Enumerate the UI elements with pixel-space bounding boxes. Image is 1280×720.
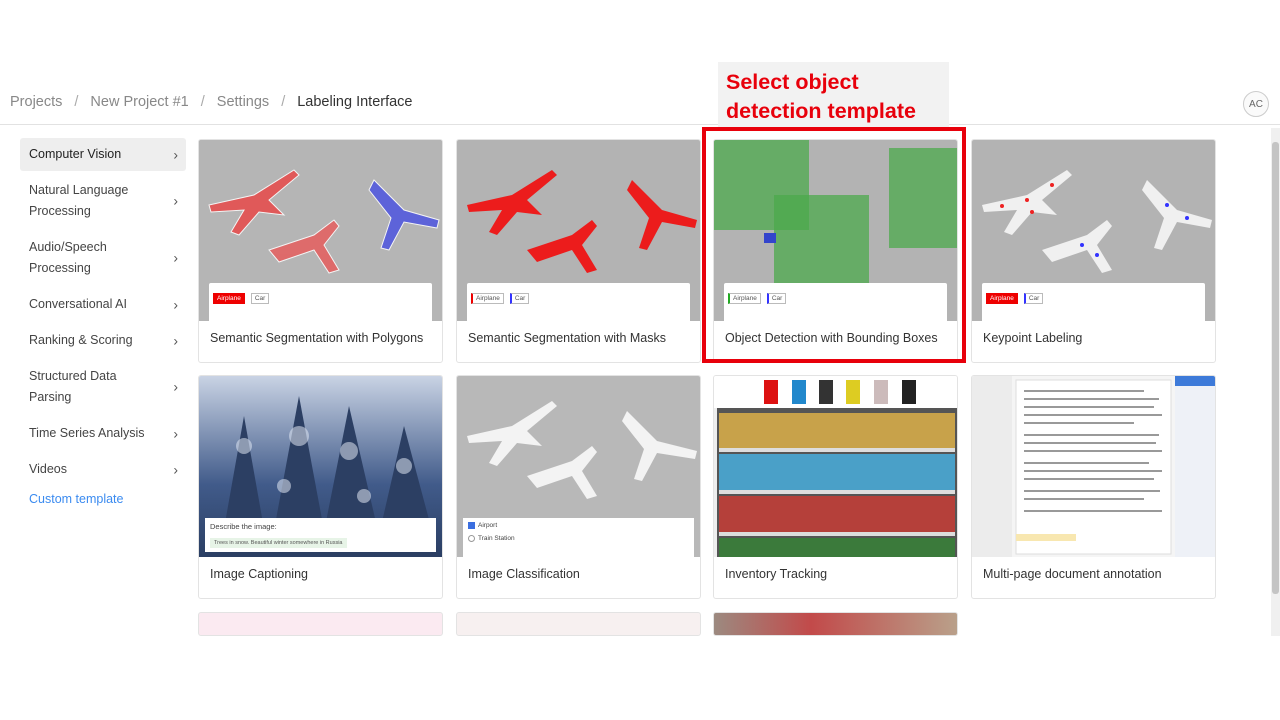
top-bar: Projects / New Project #1 / Settings / L…	[0, 80, 1280, 125]
breadcrumb-projects[interactable]: Projects	[10, 94, 62, 110]
sidebar-item-label: Conversational AI	[29, 297, 127, 311]
template-thumbnail	[714, 376, 957, 557]
template-card-partial[interactable]	[456, 612, 701, 636]
tag-car: Car	[509, 293, 530, 304]
custom-template-link[interactable]: Custom template	[29, 492, 123, 506]
chevron-right-icon: ›	[173, 296, 178, 312]
chevron-right-icon: ›	[173, 192, 178, 209]
tag-car: Car	[250, 293, 270, 304]
chevron-right-icon: ›	[173, 332, 178, 348]
tag-airplane: Airplane	[213, 293, 245, 304]
template-thumbnail: Airport Train Station	[457, 376, 700, 557]
tag-car: Car	[766, 293, 787, 304]
template-title: Semantic Segmentation with Polygons	[210, 331, 424, 345]
sidebar-item-computer-vision[interactable]: Computer Vision ›	[20, 138, 186, 171]
label-tags: Airplane Car	[724, 283, 947, 321]
choice-label: Airport	[478, 522, 498, 530]
sidebar-item-label: Computer Vision	[29, 147, 122, 161]
chevron-right-icon: ›	[173, 378, 178, 395]
template-thumbnail: Airplane Car	[972, 140, 1215, 321]
template-card-keypoint[interactable]: Airplane Car Keypoint Labeling	[971, 139, 1216, 363]
breadcrumb-separator: /	[281, 94, 286, 110]
sidebar-item-conversational-ai[interactable]: Conversational AI ›	[20, 288, 186, 321]
template-card-inventory-tracking[interactable]: Inventory Tracking	[713, 375, 958, 599]
sidebar-item-nlp[interactable]: Natural Language Processing ›	[20, 174, 186, 228]
chevron-right-icon: ›	[173, 461, 178, 477]
breadcrumb-separator: /	[200, 94, 205, 110]
caption-prompt: Describe the image:	[210, 522, 277, 531]
caption-panel: Describe the image: Trees in snow. Beaut…	[205, 518, 436, 552]
store-shelf-image	[714, 376, 957, 557]
template-thumbnail: Airplane Car	[199, 140, 442, 321]
classification-panel: Airport Train Station	[463, 518, 694, 557]
template-title: Semantic Segmentation with Masks	[468, 331, 667, 345]
template-thumbnail: Airplane Car	[714, 140, 957, 321]
document-annotation-image	[972, 376, 1215, 557]
template-thumbnail: Describe the image: Trees in snow. Beaut…	[199, 376, 442, 557]
template-card-object-detection[interactable]: Airplane Car Object Detection with Bound…	[713, 139, 958, 363]
tag-car: Car	[1023, 293, 1044, 304]
template-card-image-captioning[interactable]: Describe the image: Trees in snow. Beaut…	[198, 375, 443, 599]
label-tags: Airplane Car	[467, 283, 690, 321]
label-tags: Airplane Car	[209, 283, 432, 321]
radio-icon	[468, 535, 475, 543]
category-sidebar: Computer Vision › Natural Language Proce…	[20, 138, 186, 489]
avatar[interactable]: AC	[1243, 91, 1269, 117]
sidebar-item-label: Structured Data Parsing	[29, 369, 117, 404]
template-title: Object Detection with Bounding Boxes	[725, 331, 938, 345]
sidebar-item-label: Natural Language Processing	[29, 183, 129, 218]
sidebar-item-videos[interactable]: Videos ›	[20, 453, 186, 486]
tag-airplane: Airplane	[728, 293, 761, 304]
tag-airplane: Airplane	[986, 293, 1018, 304]
template-title: Inventory Tracking	[725, 567, 828, 581]
template-thumbnail	[972, 376, 1215, 557]
chevron-right-icon: ›	[173, 249, 178, 266]
breadcrumb-settings[interactable]: Settings	[217, 94, 269, 110]
sidebar-item-ranking[interactable]: Ranking & Scoring ›	[20, 324, 186, 357]
breadcrumb-project[interactable]: New Project #1	[90, 94, 188, 110]
annotation-line-1: Select object	[726, 70, 859, 94]
sidebar-item-label: Audio/Speech Processing	[29, 240, 107, 275]
label-tags: Airplane Car	[982, 283, 1205, 321]
template-card-image-classification[interactable]: Airport Train Station Image Classificati…	[456, 375, 701, 599]
breadcrumb-separator: /	[74, 94, 79, 110]
sidebar-item-label: Time Series Analysis	[29, 426, 145, 440]
template-card-semantic-masks[interactable]: Airplane Car Semantic Segmentation with …	[456, 139, 701, 363]
template-card-partial[interactable]	[198, 612, 443, 636]
template-title: Keypoint Labeling	[983, 331, 1083, 345]
breadcrumb-current: Labeling Interface	[297, 94, 413, 110]
caption-text: Trees in snow. Beautiful winter somewher…	[210, 538, 347, 548]
template-card-semantic-polygons[interactable]: Airplane Car Semantic Segmentation with …	[198, 139, 443, 363]
breadcrumb: Projects / New Project #1 / Settings / L…	[10, 94, 413, 110]
sidebar-item-label: Ranking & Scoring	[29, 333, 133, 347]
template-title: Multi-page document annotation	[983, 567, 1162, 581]
sidebar-item-time-series[interactable]: Time Series Analysis ›	[20, 417, 186, 450]
choice-label: Train Station	[478, 535, 515, 543]
tag-airplane: Airplane	[471, 293, 504, 304]
chevron-right-icon: ›	[173, 146, 178, 162]
template-title: Image Classification	[468, 567, 580, 581]
sidebar-item-structured-data[interactable]: Structured Data Parsing ›	[20, 360, 186, 414]
template-title: Image Captioning	[210, 567, 308, 581]
scrollbar-thumb[interactable]	[1272, 142, 1279, 594]
annotation-line-2: detection template	[726, 99, 916, 123]
choice-airport: Airport	[468, 522, 689, 529]
annotation-callout: Select object detection template	[718, 62, 949, 128]
checkbox-checked-icon	[468, 522, 475, 529]
chevron-right-icon: ›	[173, 425, 178, 441]
sidebar-item-audio[interactable]: Audio/Speech Processing ›	[20, 231, 186, 285]
template-card-multipage-document[interactable]: Multi-page document annotation	[971, 375, 1216, 599]
template-thumbnail: Airplane Car	[457, 140, 700, 321]
template-card-partial[interactable]	[713, 612, 958, 636]
sidebar-item-label: Videos	[29, 462, 67, 476]
choice-train-station: Train Station	[468, 535, 689, 542]
